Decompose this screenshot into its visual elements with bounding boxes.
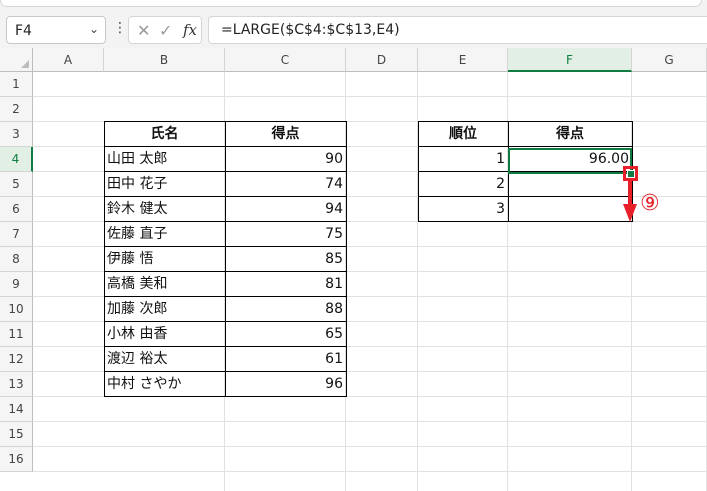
- name-box-value: F4: [15, 23, 32, 39]
- rank-cell[interactable]: 1: [418, 147, 508, 172]
- score-cell[interactable]: 96: [225, 372, 346, 397]
- row-header-4[interactable]: 4: [0, 147, 33, 172]
- score-cell[interactable]: 74: [225, 172, 346, 197]
- row-header-16[interactable]: 16: [0, 447, 33, 472]
- score-table-border-vline: [104, 121, 105, 397]
- row-header-3[interactable]: 3: [0, 122, 33, 147]
- score-cell[interactable]: 88: [225, 297, 346, 322]
- rank-table-border-hline: [418, 196, 633, 197]
- rank-score-header[interactable]: 得点: [508, 122, 632, 147]
- score-table-border-vline: [346, 121, 347, 397]
- score-cell[interactable]: 85: [225, 247, 346, 272]
- column-header-a[interactable]: A: [33, 48, 104, 72]
- column-header-e[interactable]: E: [418, 48, 508, 72]
- column-header-f[interactable]: F: [508, 48, 632, 72]
- rank-table-border-hline: [418, 146, 633, 147]
- score-cell[interactable]: 65: [225, 322, 346, 347]
- row-header-15[interactable]: 15: [0, 422, 33, 447]
- cancel-icon[interactable]: ✕: [137, 21, 150, 40]
- rank-table-border-vline: [418, 121, 419, 222]
- rank-table-border-hline: [418, 221, 633, 222]
- gridline-row: [33, 471, 707, 472]
- rank-cell[interactable]: 2: [418, 172, 508, 197]
- formula-buttons: ✕ ✓ fx: [128, 16, 202, 44]
- column-header-c[interactable]: C: [225, 48, 346, 72]
- row-header-8[interactable]: 8: [0, 247, 33, 272]
- insert-function-icon[interactable]: fx: [183, 21, 197, 39]
- rank-table-border-hline: [418, 121, 633, 122]
- row-header-10[interactable]: 10: [0, 297, 33, 322]
- score-table-border-vline: [225, 121, 226, 397]
- window-top-strip: [0, 0, 707, 8]
- select-all-corner[interactable]: [0, 48, 33, 72]
- row-header-13[interactable]: 13: [0, 372, 33, 397]
- name-cell[interactable]: 小林 由香: [104, 322, 225, 347]
- more-options-icon[interactable]: ⋮: [113, 21, 127, 35]
- worksheet-grid[interactable]: A B C D E F G 1 2 3 4 5 6 7 8 9 10 11 12 13 14 15 16 氏名 得点 山田 太郎 9…: [0, 48, 707, 491]
- rank-cell[interactable]: 3: [418, 197, 508, 222]
- drag-arrow-shaft: [628, 180, 632, 207]
- column-header-b[interactable]: B: [104, 48, 225, 72]
- name-cell[interactable]: 佐藤 直子: [104, 222, 225, 247]
- active-cell-border: [508, 148, 632, 174]
- row-header-1[interactable]: 1: [0, 72, 33, 97]
- ribbon-edge: [0, 0, 702, 7]
- row-header-14[interactable]: 14: [0, 397, 33, 422]
- score-cell[interactable]: 75: [225, 222, 346, 247]
- name-cell[interactable]: 田中 花子: [104, 172, 225, 197]
- name-cell[interactable]: 山田 太郎: [104, 147, 225, 172]
- select-all-triangle-icon: [21, 60, 29, 68]
- score-cell[interactable]: 61: [225, 347, 346, 372]
- row-header-7[interactable]: 7: [0, 222, 33, 247]
- name-cell[interactable]: 鈴木 健太: [104, 197, 225, 222]
- name-cell[interactable]: 渡辺 裕太: [104, 347, 225, 372]
- step-number-label: ⑨: [640, 191, 660, 216]
- score-cell[interactable]: 81: [225, 272, 346, 297]
- name-cell[interactable]: 高橋 美和: [104, 272, 225, 297]
- formula-bar: F4 ⌄ ⋮ ✕ ✓ fx =LARGE($C$4:$C$13,E4): [0, 8, 707, 48]
- row-header-2[interactable]: 2: [0, 97, 33, 122]
- gridline-row: [33, 96, 707, 97]
- score-cell[interactable]: 90: [225, 147, 346, 172]
- table-header-name[interactable]: 氏名: [104, 122, 225, 147]
- column-header-g[interactable]: G: [632, 48, 707, 72]
- name-box[interactable]: F4 ⌄: [6, 16, 106, 44]
- column-header-d[interactable]: D: [346, 48, 418, 72]
- gridline-row: [33, 421, 707, 422]
- fill-handle-highlight: [623, 166, 638, 181]
- drag-arrow-head-icon: [623, 204, 637, 222]
- row-header-5[interactable]: 5: [0, 172, 33, 197]
- name-cell[interactable]: 中村 さやか: [104, 372, 225, 397]
- formula-input[interactable]: =LARGE($C$4:$C$13,E4): [208, 16, 707, 44]
- score-cell[interactable]: 94: [225, 197, 346, 222]
- row-header-11[interactable]: 11: [0, 322, 33, 347]
- row-header-6[interactable]: 6: [0, 197, 33, 222]
- row-header-12[interactable]: 12: [0, 347, 33, 372]
- table-header-score[interactable]: 得点: [225, 122, 346, 147]
- rank-score-cell[interactable]: [508, 172, 632, 197]
- rank-header[interactable]: 順位: [418, 122, 508, 147]
- row-header-9[interactable]: 9: [0, 272, 33, 297]
- gridline-row: [33, 446, 707, 447]
- name-cell[interactable]: 伊藤 悟: [104, 247, 225, 272]
- formula-text: =LARGE($C$4:$C$13,E4): [221, 22, 400, 38]
- enter-icon[interactable]: ✓: [159, 21, 172, 40]
- chevron-down-icon[interactable]: ⌄: [89, 22, 99, 36]
- rank-score-cell[interactable]: [508, 197, 632, 222]
- name-cell[interactable]: 加藤 次郎: [104, 297, 225, 322]
